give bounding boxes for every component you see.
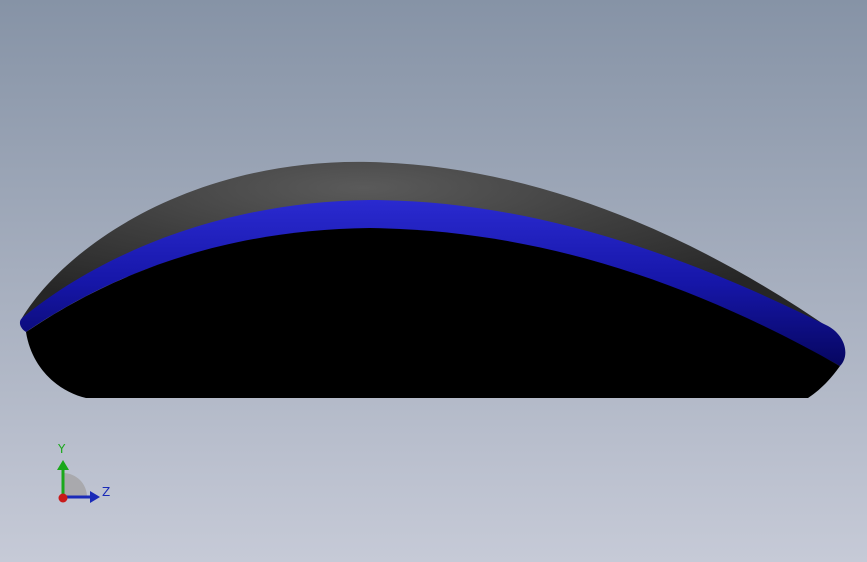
triad-plane-icon (63, 473, 87, 497)
coordinate-triad: Y Z (44, 440, 124, 512)
triad-graphic (57, 460, 100, 503)
mouse-model[interactable] (0, 0, 867, 562)
graphics-viewport[interactable]: Y Z (0, 0, 867, 562)
z-axis-label: Z (102, 485, 111, 499)
y-axis-label: Y (58, 442, 66, 456)
x-axis-origin-icon (58, 493, 68, 503)
